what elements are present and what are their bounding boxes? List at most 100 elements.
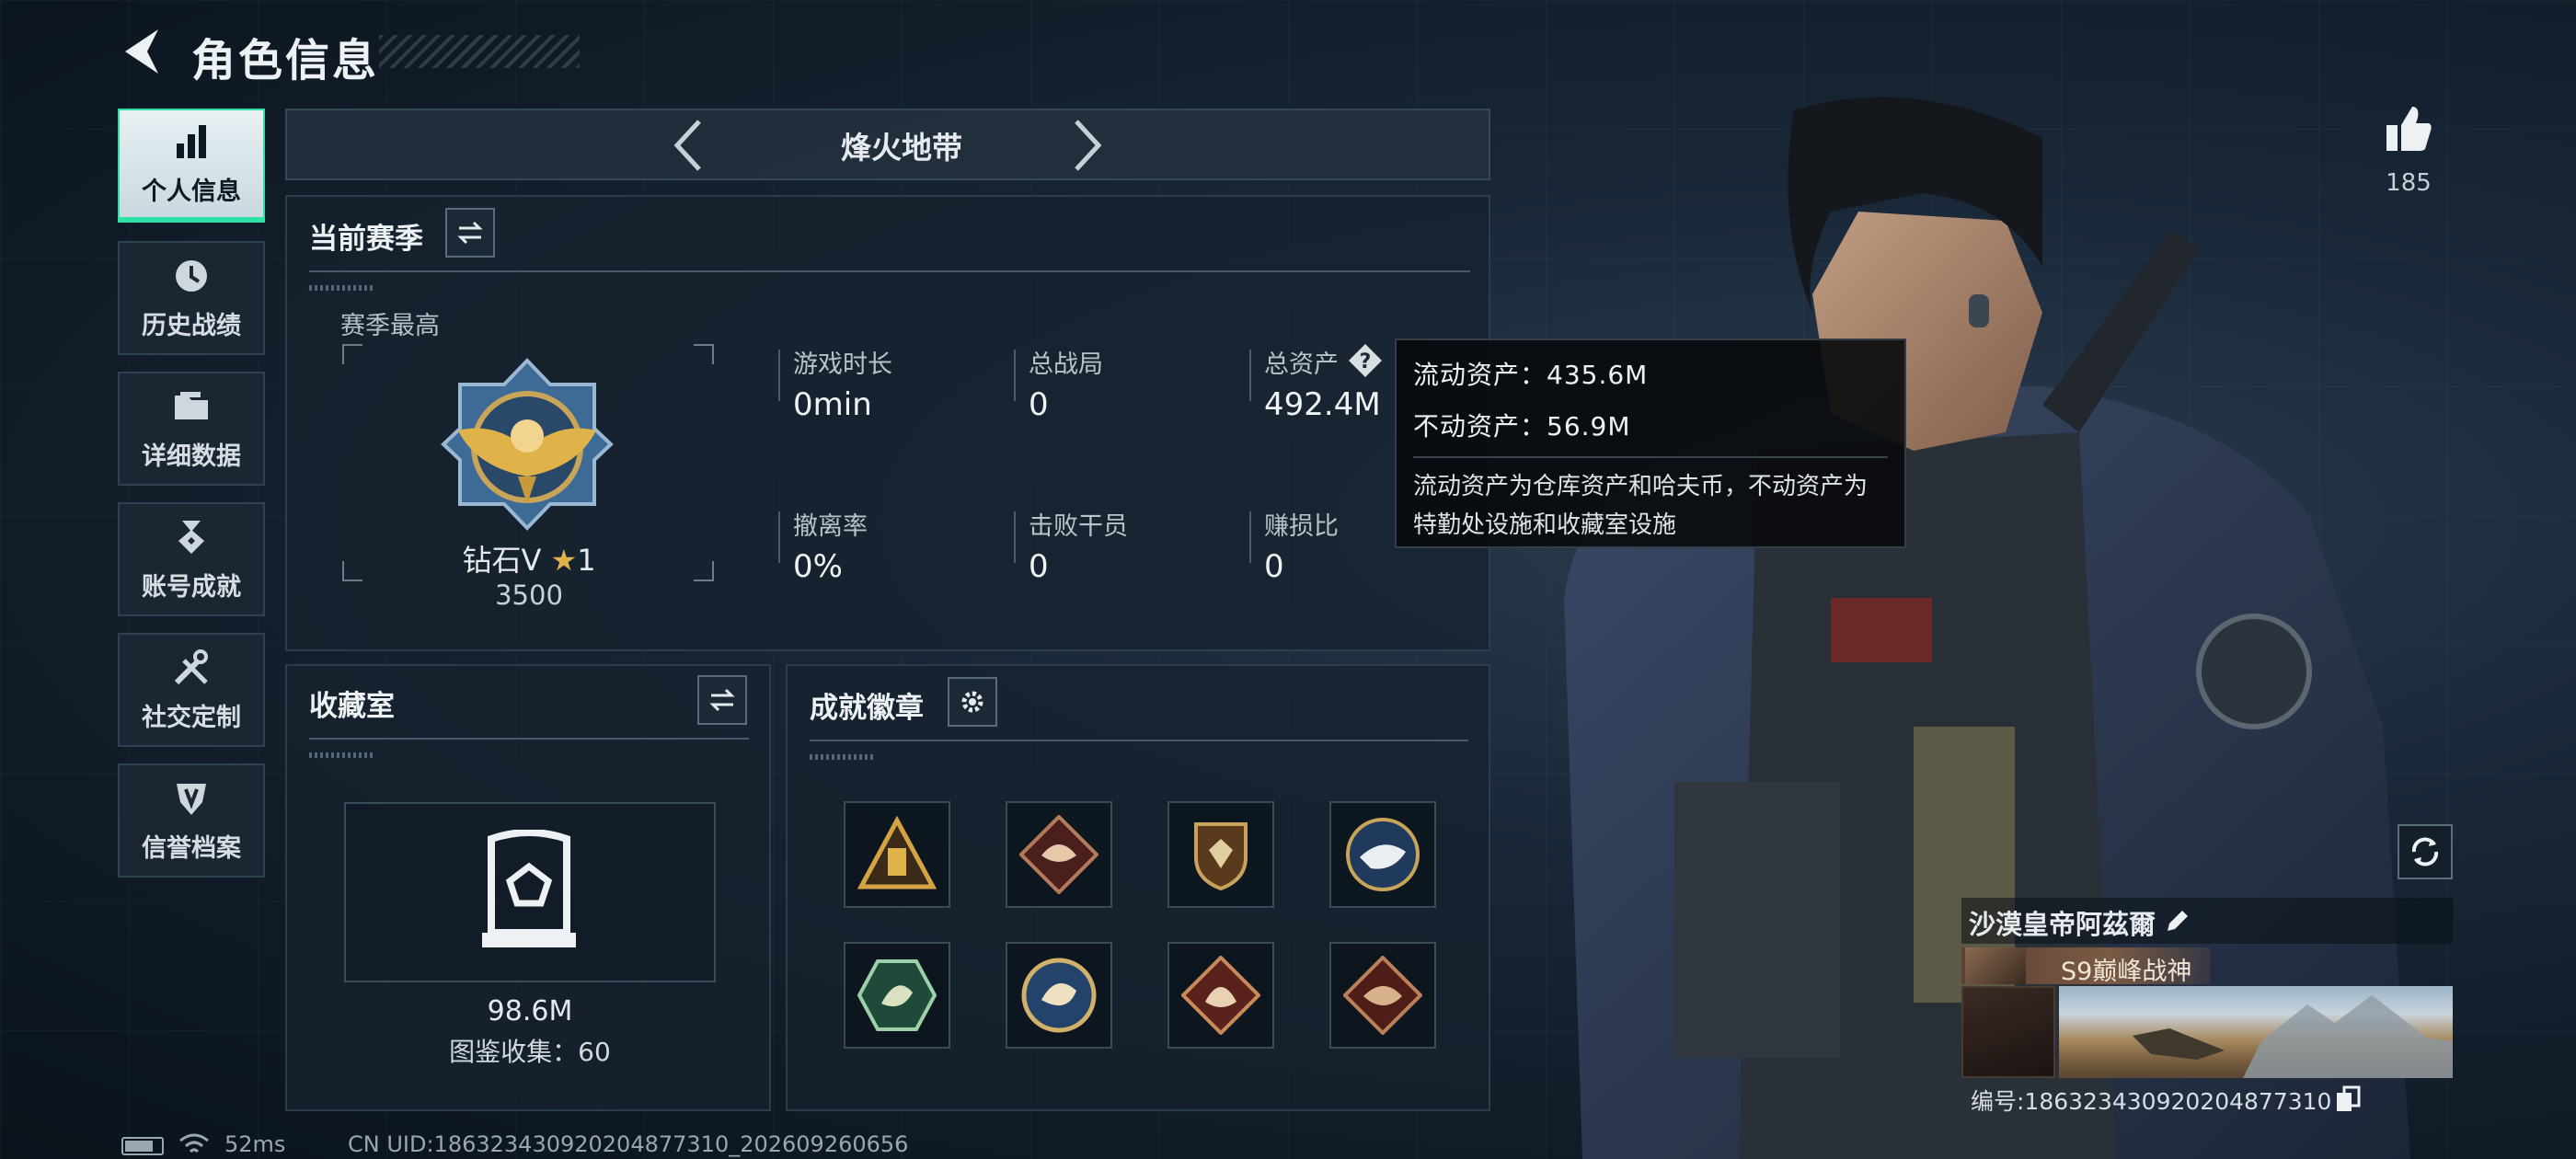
tools-icon xyxy=(174,648,208,684)
diamond-beast-badge-icon xyxy=(1019,815,1098,894)
collection-switch-button[interactable] xyxy=(697,675,747,725)
thumbs-up-icon[interactable] xyxy=(2383,103,2434,155)
avatar[interactable] xyxy=(1961,986,2055,1078)
sidebar-item-credit[interactable]: 信誉档案 xyxy=(118,763,265,878)
collection-title: 收藏室 xyxy=(309,690,395,723)
sidebar-item-personal-info[interactable]: 个人信息 xyxy=(118,109,265,223)
medal-icon xyxy=(178,520,204,554)
divider xyxy=(309,738,749,740)
stat-separator xyxy=(1249,350,1251,401)
sidebar-item-label: 账号成就 xyxy=(142,572,241,602)
rotate-button[interactable] xyxy=(2398,824,2453,879)
battery-icon xyxy=(121,1137,164,1155)
rank-stars: 1 xyxy=(577,543,596,578)
triangle-badge-icon xyxy=(857,815,937,889)
stat-value: 492.4M xyxy=(1264,386,1381,423)
stat-value: 0 xyxy=(1029,548,1049,585)
round-beast-badge-icon xyxy=(1021,958,1097,1033)
chevron-right-icon[interactable] xyxy=(1071,118,1104,173)
swap-icon xyxy=(709,688,735,712)
decor-bar xyxy=(309,752,374,758)
stat-separator xyxy=(778,350,780,401)
clock-icon xyxy=(176,259,207,292)
sidebar-item-details[interactable]: 详细数据 xyxy=(118,372,265,486)
gear-icon xyxy=(961,691,983,713)
star-icon: ★ xyxy=(550,543,578,578)
chevron-left-icon[interactable] xyxy=(672,118,705,173)
assets-description: 流动资产为仓库资产和哈夫币，不动资产为特勤处设施和收藏室设施 xyxy=(1413,473,1869,539)
achievement-badge-2[interactable] xyxy=(1006,801,1112,908)
copy-icon[interactable] xyxy=(2335,1085,2361,1113)
stat-value: 0min xyxy=(793,386,872,423)
diamond-wolf-badge-icon xyxy=(1181,956,1260,1035)
stat-label: 总战局 xyxy=(1029,350,1103,379)
uid-text: CN UID:186323430920204877310_20260926065… xyxy=(348,1131,909,1157)
achievement-badge-5[interactable] xyxy=(844,942,950,1049)
stat-value: 0 xyxy=(1029,386,1049,423)
svg-text:?: ? xyxy=(1360,350,1372,373)
sidebar-item-achievements[interactable]: 账号成就 xyxy=(118,502,265,616)
bar-chart-icon xyxy=(177,124,206,158)
sidebar-item-label: 个人信息 xyxy=(142,177,241,206)
rank-score: 3500 xyxy=(495,580,563,611)
achievement-badge-4[interactable] xyxy=(1329,801,1436,908)
stat-separator xyxy=(1014,350,1016,401)
rank-row: 钻石V ★1 xyxy=(340,537,718,580)
sidebar-item-label: 详细数据 xyxy=(142,442,241,471)
achievements-settings-button[interactable] xyxy=(948,677,997,727)
player-id: 编号:1863234309202048773​10 xyxy=(1971,1088,2332,1115)
folder-icon xyxy=(175,391,208,419)
stat-value: 0% xyxy=(793,548,843,585)
stat-separator xyxy=(1249,511,1251,563)
liquid-assets: 流动资产：435.6M xyxy=(1413,360,1649,390)
sidebar-item-label: 社交定制 xyxy=(142,703,241,732)
name-card-banner[interactable] xyxy=(2059,986,2453,1078)
stat-label: 游戏时长 xyxy=(793,350,892,379)
help-icon[interactable]: ? xyxy=(1347,342,1384,379)
divider xyxy=(309,270,1470,272)
frame-corner xyxy=(694,344,714,364)
player-name: 沙漠皇帝阿茲爾 xyxy=(1969,909,2156,940)
achievement-badge-1[interactable] xyxy=(844,801,950,908)
refresh-icon xyxy=(2411,837,2439,866)
sidebar-item-label: 信誉档案 xyxy=(142,833,241,863)
ping-value: 52ms xyxy=(224,1131,286,1157)
rank-name: 钻石V xyxy=(462,543,542,578)
catalog-count: 图鉴收集：60 xyxy=(449,1037,611,1067)
decor-bar xyxy=(309,285,374,291)
stat-label: 赚损比 xyxy=(1264,512,1339,541)
divider xyxy=(810,740,1468,741)
achievements-title: 成就徽章 xyxy=(810,692,924,725)
fixed-assets: 不动资产：56.9M xyxy=(1413,411,1631,442)
shield-icon xyxy=(177,783,206,815)
achievement-badge-7[interactable] xyxy=(1167,942,1274,1049)
swap-icon xyxy=(457,221,483,245)
edit-pencil-icon[interactable] xyxy=(2164,907,2191,935)
collection-value: 98.6M xyxy=(487,995,573,1027)
title-banner-art xyxy=(1965,947,2026,984)
season-title: 当前赛季 xyxy=(309,223,423,256)
showcase-icon xyxy=(482,830,576,947)
diamond-dragon-badge-icon xyxy=(1343,956,1422,1035)
season-switch-button[interactable] xyxy=(445,208,495,258)
wifi-icon xyxy=(179,1133,209,1153)
mode-name: 烽火地带 xyxy=(841,130,962,166)
title-decoration xyxy=(379,35,580,68)
achievement-badge-8[interactable] xyxy=(1329,942,1436,1049)
back-arrow-icon[interactable] xyxy=(120,26,166,77)
sidebar-item-social[interactable]: 社交定制 xyxy=(118,633,265,747)
achievement-badge-6[interactable] xyxy=(1006,942,1112,1049)
likes-count: 185 xyxy=(2386,169,2432,197)
shield-badge-icon xyxy=(1194,822,1248,891)
divider xyxy=(1413,456,1888,458)
sidebar-item-history[interactable]: 历史战绩 xyxy=(118,241,265,355)
rank-emblem-icon xyxy=(441,358,614,531)
achievement-badge-3[interactable] xyxy=(1167,801,1274,908)
stat-label: 总资产 xyxy=(1264,350,1339,379)
decor-bar xyxy=(810,754,874,760)
stat-separator xyxy=(778,511,780,563)
frame-corner xyxy=(342,344,362,364)
assets-tooltip: 流动资产：435.6M 不动资产：56.9M 流动资产为仓库资产和哈夫币，不动资… xyxy=(1395,339,1906,548)
eagle-round-badge-icon xyxy=(1346,818,1420,891)
hex-wolf-badge-icon xyxy=(857,959,937,1031)
